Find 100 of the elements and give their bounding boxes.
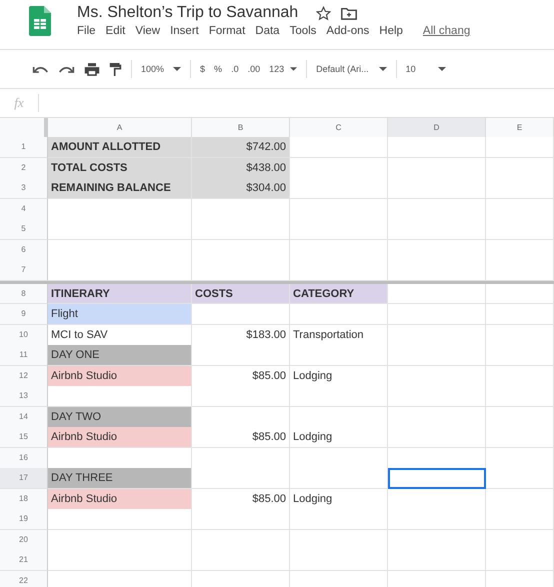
table-cell[interactable]: [388, 137, 486, 158]
table-cell[interactable]: [192, 345, 290, 366]
save-status-link[interactable]: All chang: [422, 25, 470, 37]
table-cell[interactable]: [290, 219, 388, 240]
table-cell[interactable]: [388, 178, 486, 199]
menu-item[interactable]: Edit: [106, 25, 126, 37]
decrease-decimals-button[interactable]: .0: [231, 64, 239, 74]
table-cell[interactable]: [48, 260, 192, 281]
row-header[interactable]: 14: [0, 406, 48, 428]
table-cell[interactable]: Airbnb Studio: [48, 488, 192, 510]
document-title[interactable]: Ms. Shelton’s Trip to Savannah: [77, 4, 298, 22]
more-formats-dropdown[interactable]: 123: [269, 64, 298, 74]
table-cell[interactable]: [192, 219, 290, 240]
menu-item[interactable]: Help: [379, 25, 403, 37]
currency-format-button[interactable]: $: [200, 64, 206, 74]
row-header[interactable]: 13: [0, 386, 48, 407]
table-cell[interactable]: [290, 345, 388, 366]
table-cell[interactable]: [192, 260, 290, 281]
spreadsheet-logo-icon[interactable]: [29, 6, 51, 36]
menu-item[interactable]: Format: [208, 25, 246, 37]
row-header[interactable]: 16: [0, 448, 48, 468]
table-cell[interactable]: [486, 304, 554, 325]
table-cell[interactable]: [192, 386, 290, 407]
table-cell[interactable]: $438.00: [192, 158, 290, 178]
table-cell[interactable]: [48, 386, 192, 407]
table-cell[interactable]: [192, 468, 290, 489]
percent-format-button[interactable]: %: [214, 64, 222, 74]
table-cell[interactable]: Lodging: [290, 427, 388, 448]
table-cell[interactable]: [388, 345, 486, 366]
table-cell[interactable]: [388, 260, 486, 281]
row-header[interactable]: 9: [0, 304, 48, 325]
table-cell[interactable]: [290, 509, 388, 530]
table-cell[interactable]: [486, 386, 554, 407]
table-cell[interactable]: [48, 509, 192, 530]
menu-item[interactable]: Data: [255, 25, 280, 37]
zoom-dropdown[interactable]: 100%: [141, 64, 182, 74]
menu-item[interactable]: Insert: [170, 25, 199, 37]
row-header[interactable]: 19: [0, 509, 48, 530]
row-header[interactable]: 12: [0, 366, 48, 386]
table-cell[interactable]: [48, 550, 192, 571]
row-header[interactable]: 8: [0, 284, 48, 304]
row-header[interactable]: 11: [0, 345, 48, 366]
table-cell[interactable]: [388, 468, 486, 489]
table-cell[interactable]: [290, 304, 388, 325]
font-dropdown[interactable]: Default (Ari...: [316, 64, 387, 74]
row-header[interactable]: 10: [0, 324, 48, 346]
row-header[interactable]: 7: [0, 260, 48, 281]
column-header[interactable]: D: [388, 118, 486, 138]
table-cell[interactable]: REMAINING BALANCE: [48, 178, 192, 199]
row-header[interactable]: 1: [0, 137, 48, 158]
table-cell[interactable]: [192, 304, 290, 325]
table-cell[interactable]: [388, 304, 486, 325]
table-cell[interactable]: [388, 427, 486, 448]
table-cell[interactable]: [192, 550, 290, 571]
table-cell[interactable]: [388, 219, 486, 240]
menu-item[interactable]: Tools: [290, 25, 316, 37]
table-cell[interactable]: [486, 509, 554, 530]
print-icon[interactable]: [84, 62, 100, 76]
table-cell[interactable]: [486, 137, 554, 158]
font-size-dropdown[interactable]: 10: [406, 64, 446, 74]
table-cell[interactable]: DAY ONE: [48, 345, 192, 366]
table-cell[interactable]: [486, 219, 554, 240]
table-cell[interactable]: ITINERARY: [48, 284, 192, 304]
row-header[interactable]: 5: [0, 219, 48, 240]
table-cell[interactable]: AMOUNT ALLOTTED: [48, 137, 192, 158]
table-cell[interactable]: DAY THREE: [48, 468, 192, 489]
table-cell[interactable]: [486, 284, 554, 304]
increase-decimals-button[interactable]: .00: [248, 64, 260, 74]
menu-item[interactable]: View: [135, 25, 160, 37]
paint-format-icon[interactable]: [109, 62, 122, 76]
row-header[interactable]: 20: [0, 530, 48, 550]
table-cell[interactable]: $304.00: [192, 178, 290, 199]
row-header[interactable]: 4: [0, 198, 48, 220]
table-cell[interactable]: [388, 386, 486, 407]
table-cell[interactable]: [290, 468, 388, 489]
row-header[interactable]: 15: [0, 427, 48, 448]
table-cell[interactable]: CATEGORY: [290, 284, 388, 304]
table-cell[interactable]: [290, 178, 388, 199]
table-cell[interactable]: [388, 509, 486, 530]
table-cell[interactable]: Airbnb Studio: [48, 366, 192, 386]
table-cell[interactable]: [486, 550, 554, 571]
folder-icon[interactable]: [341, 6, 358, 20]
row-header[interactable]: 17: [0, 468, 48, 489]
menu-item[interactable]: Add-ons: [326, 25, 370, 37]
table-cell[interactable]: DAY TWO: [48, 406, 192, 428]
table-cell[interactable]: COSTS: [192, 284, 290, 304]
row-header[interactable]: 21: [0, 550, 48, 571]
menu-item[interactable]: File: [77, 25, 96, 37]
row-header[interactable]: 22: [0, 570, 48, 587]
row-header[interactable]: 6: [0, 240, 48, 260]
table-cell[interactable]: [388, 550, 486, 571]
table-cell[interactable]: Airbnb Studio: [48, 427, 192, 448]
row-header[interactable]: 2: [0, 158, 48, 178]
table-cell[interactable]: $742.00: [192, 137, 290, 158]
table-cell[interactable]: [388, 284, 486, 304]
row-header[interactable]: 18: [0, 488, 48, 510]
table-cell[interactable]: [48, 219, 192, 240]
table-cell[interactable]: [486, 427, 554, 448]
table-cell[interactable]: [290, 386, 388, 407]
table-cell[interactable]: [290, 260, 388, 281]
